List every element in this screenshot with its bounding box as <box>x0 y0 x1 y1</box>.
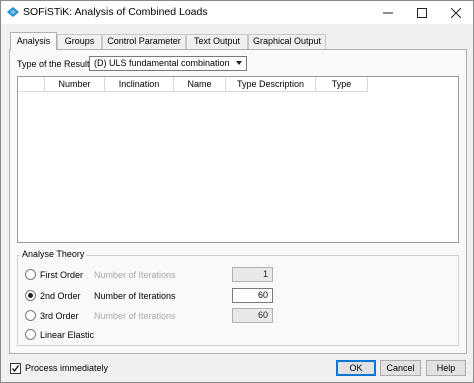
tab-analysis[interactable]: Analysis <box>10 32 57 50</box>
table-header-inclination[interactable]: Inclination <box>105 77 174 92</box>
dialog-window: SOFiSTiK: Analysis of Combined Loads Ana… <box>0 0 474 383</box>
first-order-label: First Order <box>40 270 84 280</box>
3rd-order-iterations-label: Number of Iterations <box>94 311 176 321</box>
result-type-value: (D) ULS fundamental combination <box>94 58 230 68</box>
2nd-order-label: 2nd Order <box>40 291 81 301</box>
table-header-name[interactable]: Name <box>174 77 226 92</box>
checkmark-icon <box>11 365 20 373</box>
radio-selected-dot <box>28 293 33 298</box>
3rd-order-label: 3rd Order <box>40 311 79 321</box>
radio-2nd-order[interactable] <box>25 290 36 301</box>
2nd-order-iterations-label: Number of Iterations <box>94 291 176 301</box>
linear-elastic-label: Linear Elastic <box>40 330 95 340</box>
close-button[interactable] <box>443 1 469 24</box>
loadcase-table[interactable]: Number Inclination Name Type Description… <box>17 76 459 243</box>
radio-first-order[interactable] <box>25 269 36 280</box>
chevron-down-icon <box>236 61 242 65</box>
radio-linear-elastic[interactable] <box>25 329 36 340</box>
first-order-iterations-label: Number of Iterations <box>94 270 176 280</box>
cancel-button[interactable]: Cancel <box>380 360 421 376</box>
radio-3rd-order[interactable] <box>25 310 36 321</box>
first-order-iterations-field[interactable]: 1 <box>232 267 273 282</box>
tab-graphical-output[interactable]: Graphical Output <box>248 34 326 49</box>
close-icon <box>451 7 461 18</box>
tab-groups[interactable]: Groups <box>57 34 102 49</box>
table-header-select[interactable] <box>18 77 45 92</box>
process-immediately-label: Process immediately <box>25 363 109 373</box>
minimize-icon <box>383 12 393 13</box>
table-header-type[interactable]: Type <box>316 77 368 92</box>
window-title: SOFiSTiK: Analysis of Combined Loads <box>23 6 208 18</box>
table-header-type-description[interactable]: Type Description <box>226 77 316 92</box>
ok-button[interactable]: OK <box>336 360 376 376</box>
help-button[interactable]: Help <box>426 360 466 376</box>
minimize-button[interactable] <box>375 1 401 24</box>
tab-text-output[interactable]: Text Output <box>186 34 248 49</box>
process-immediately-checkbox[interactable] <box>10 363 21 374</box>
title-bar[interactable]: SOFiSTiK: Analysis of Combined Loads <box>1 1 473 24</box>
tab-control-parameter[interactable]: Control Parameter <box>102 34 186 49</box>
table-header-number[interactable]: Number <box>45 77 105 92</box>
result-type-dropdown[interactable]: (D) ULS fundamental combination <box>89 56 247 71</box>
analyse-theory-title: Analyse Theory <box>20 249 87 259</box>
2nd-order-iterations-field[interactable]: 60 <box>232 288 273 303</box>
sofistik-logo-icon <box>7 7 19 17</box>
result-type-label: Type of the Result: <box>17 59 93 69</box>
3rd-order-iterations-field[interactable]: 60 <box>232 308 273 323</box>
maximize-button[interactable] <box>409 1 435 24</box>
maximize-icon <box>417 7 427 18</box>
